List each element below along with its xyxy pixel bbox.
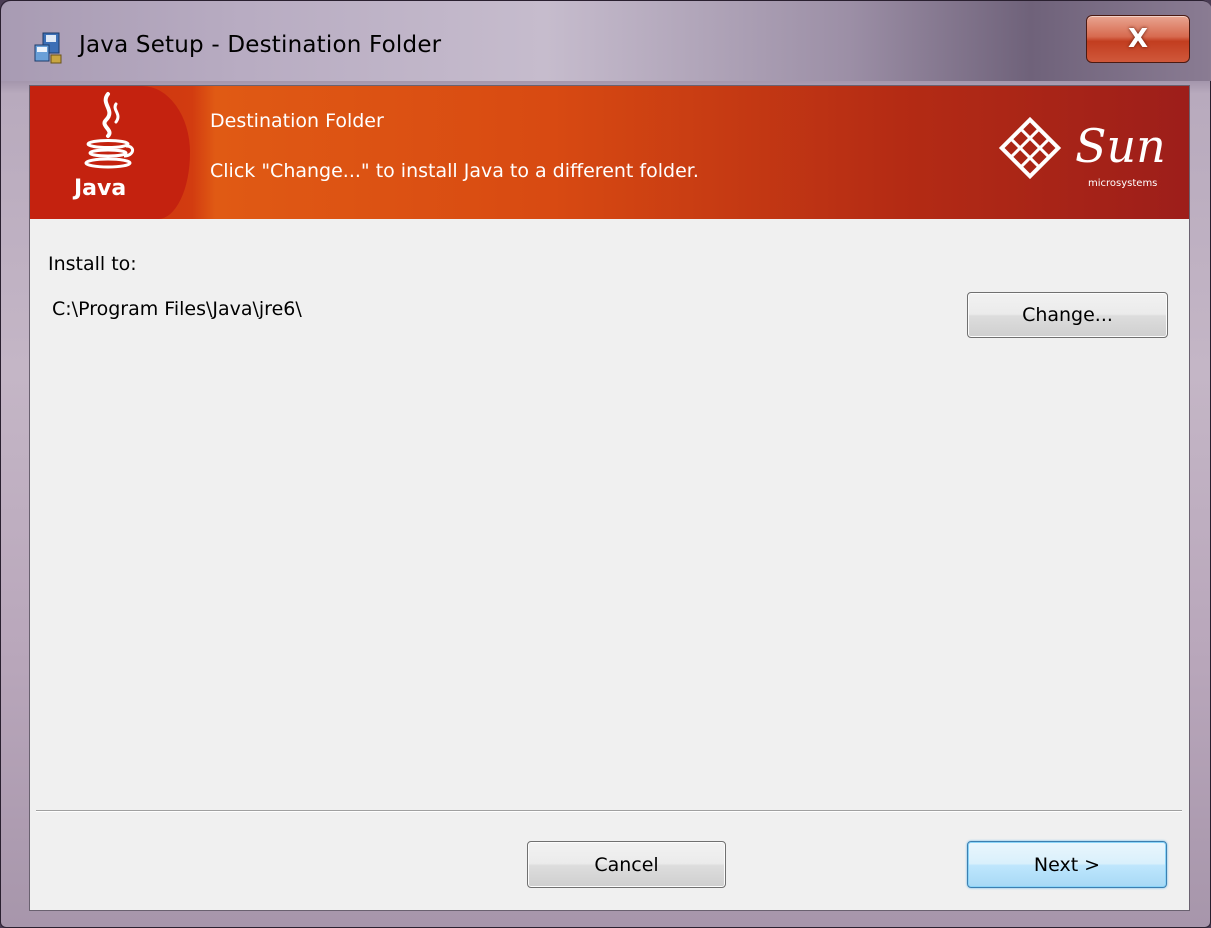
sun-logo-subtext: microsystems	[1088, 178, 1158, 189]
install-to-label: Install to:	[48, 253, 137, 275]
java-logo-text: Java	[74, 176, 127, 201]
close-button[interactable]: X	[1086, 15, 1190, 63]
banner-title: Destination Folder	[210, 110, 384, 132]
dialog-body: Java Destination Folder Click "Change...…	[29, 85, 1190, 911]
sun-logo-text: Sun	[1075, 119, 1166, 173]
header-banner: Java Destination Folder Click "Change...…	[30, 86, 1189, 219]
close-icon: X	[1127, 24, 1149, 54]
cancel-button[interactable]: Cancel	[527, 841, 726, 888]
change-button[interactable]: Change...	[967, 292, 1168, 338]
setup-window: Java Setup - Destination Folder X Java D…	[0, 0, 1211, 928]
installer-icon	[34, 32, 62, 64]
title-bar[interactable]: Java Setup - Destination Folder X	[1, 1, 1211, 81]
next-button[interactable]: Next >	[967, 841, 1167, 888]
footer-separator	[36, 810, 1182, 812]
banner-subtitle: Click "Change..." to install Java to a d…	[210, 160, 699, 182]
install-path-value: C:\Program Files\Java\jre6\	[52, 298, 302, 320]
window-title: Java Setup - Destination Folder	[79, 32, 442, 58]
